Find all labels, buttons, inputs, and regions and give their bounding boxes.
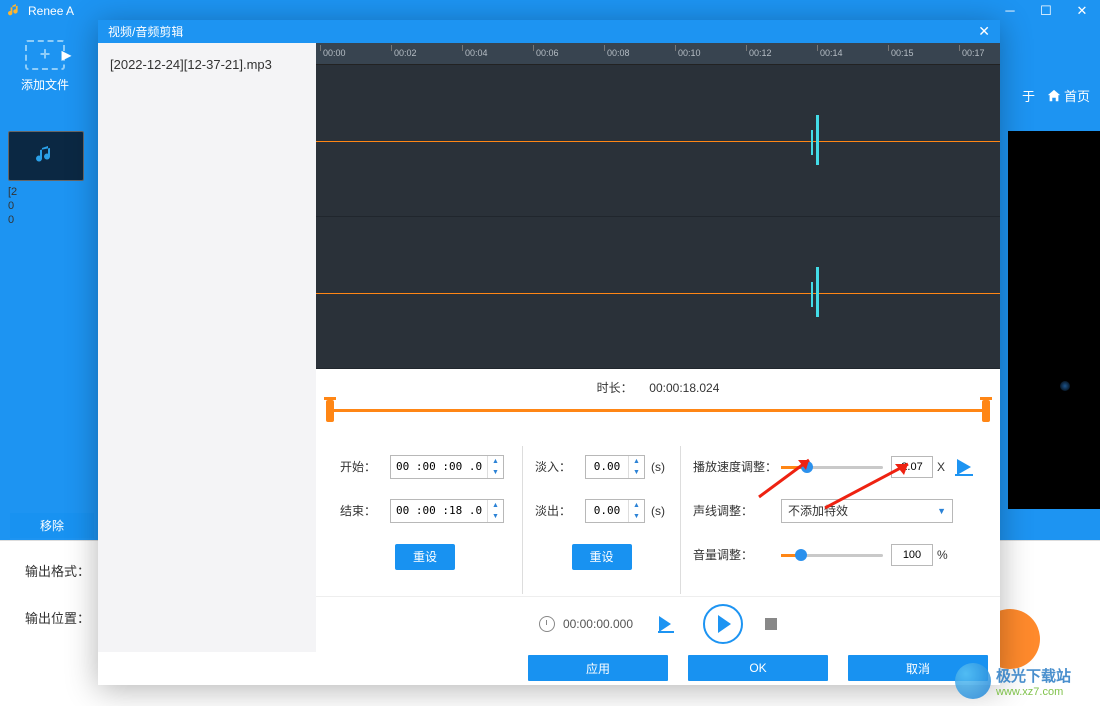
apply-button[interactable]: 应用 — [528, 655, 668, 681]
add-file-button[interactable]: + 添加文件 — [0, 21, 90, 111]
playback-time: 00:00:00.000 — [563, 617, 633, 631]
speed-label: 播放速度调整： — [693, 458, 781, 475]
file-list-item[interactable]: [2022-12-24][12-37-21].mp3 — [98, 43, 316, 86]
add-file-icon: + — [25, 40, 65, 70]
main-window-titlebar: Renee A — [0, 0, 1100, 21]
music-note-icon — [32, 144, 60, 168]
watermark-logo: 极光下载站 www.xz7.com — [955, 656, 1095, 706]
reset-time-button[interactable]: 重设 — [395, 544, 455, 570]
ok-button[interactable]: OK — [688, 655, 828, 681]
pitch-value: 不添加特效 — [788, 502, 848, 519]
stop-button[interactable] — [765, 618, 777, 630]
volume-unit: % — [937, 548, 948, 562]
speed-slider-thumb[interactable] — [801, 461, 813, 473]
fade-in-input[interactable] — [586, 458, 628, 475]
fade-in-spinner[interactable]: ▲▼ — [585, 455, 645, 479]
step-forward-button[interactable] — [655, 613, 681, 635]
end-time-input[interactable] — [391, 502, 487, 519]
maximize-button[interactable]: ☐ — [1028, 0, 1064, 21]
pitch-select[interactable]: 不添加特效 ▼ — [781, 499, 953, 523]
seconds-unit: (s) — [651, 460, 665, 474]
home-link[interactable]: 首页 — [1047, 86, 1090, 105]
volume-label: 音量调整： — [693, 546, 781, 563]
speed-unit: X — [937, 460, 945, 474]
seconds-unit: (s) — [651, 504, 665, 518]
spin-up-icon[interactable]: ▲ — [629, 456, 644, 467]
preview-speed-button[interactable] — [953, 456, 975, 478]
remove-button[interactable]: 移除 — [10, 513, 94, 538]
fade-out-input[interactable] — [586, 502, 628, 519]
volume-slider[interactable] — [781, 546, 883, 564]
playback-controls: 00:00:00.000 — [316, 596, 1000, 652]
fade-out-spinner[interactable]: ▲▼ — [585, 499, 645, 523]
volume-slider-thumb[interactable] — [795, 549, 807, 561]
waveform-display[interactable] — [316, 65, 1000, 369]
spin-down-icon[interactable]: ▼ — [629, 511, 644, 522]
spin-up-icon[interactable]: ▲ — [488, 456, 503, 467]
spin-up-icon[interactable]: ▲ — [488, 500, 503, 511]
dialog-title: 视频/音频剪辑 — [108, 23, 183, 40]
spin-down-icon[interactable]: ▼ — [629, 467, 644, 478]
file-meta: [2 0 0 — [8, 185, 92, 227]
speed-value-input[interactable] — [891, 456, 933, 478]
timeline-ruler[interactable]: 00:00 00:02 00:04 00:06 00:08 00:10 00:1… — [316, 43, 1000, 65]
trim-handle-start[interactable] — [326, 400, 334, 422]
dialog-close-button[interactable]: ✕ — [978, 23, 990, 40]
app-title: Renee A — [28, 4, 74, 18]
file-list-panel: [2022-12-24][12-37-21].mp3 — [98, 43, 316, 652]
file-thumbnail[interactable] — [8, 131, 84, 181]
end-label: 结束： — [340, 502, 390, 519]
app-music-icon — [8, 4, 22, 18]
close-button[interactable]: ✕ — [1064, 0, 1100, 21]
window-controls: ─ ☐ ✕ — [992, 0, 1100, 21]
end-time-spinner[interactable]: ▲▼ — [390, 499, 504, 523]
minimize-button[interactable]: ─ — [992, 0, 1028, 21]
waveform-channel-left — [316, 65, 1000, 217]
duration-value: 00:00:18.024 — [649, 381, 719, 395]
volume-value-input[interactable] — [891, 544, 933, 566]
start-time-input[interactable] — [391, 458, 487, 475]
video-preview-panel — [1008, 131, 1100, 509]
globe-icon — [955, 663, 991, 699]
chevron-down-icon: ▼ — [937, 506, 946, 516]
speed-slider[interactable] — [781, 458, 883, 476]
dialog-titlebar: 视频/音频剪辑 ✕ — [98, 20, 1000, 43]
trim-range-slider[interactable] — [326, 402, 990, 420]
fade-in-label: 淡入： — [535, 458, 585, 475]
duration-label: 时长： — [597, 381, 633, 395]
spin-down-icon[interactable]: ▼ — [488, 511, 503, 522]
spin-up-icon[interactable]: ▲ — [629, 500, 644, 511]
add-file-label: 添加文件 — [21, 76, 69, 93]
about-link[interactable]: 于 — [1022, 86, 1035, 105]
waveform-channel-right — [316, 217, 1000, 369]
reset-fade-button[interactable]: 重设 — [572, 544, 632, 570]
clock-icon — [539, 616, 555, 632]
play-button[interactable] — [703, 604, 743, 644]
spin-down-icon[interactable]: ▼ — [488, 467, 503, 478]
home-icon — [1047, 89, 1061, 103]
fade-out-label: 淡出： — [535, 502, 585, 519]
trim-handle-end[interactable] — [982, 400, 990, 422]
start-time-spinner[interactable]: ▲▼ — [390, 455, 504, 479]
audio-trim-dialog: 视频/音频剪辑 ✕ [2022-12-24][12-37-21].mp3 00:… — [98, 20, 1000, 685]
pitch-label: 声线调整： — [693, 502, 781, 519]
start-label: 开始： — [340, 458, 390, 475]
